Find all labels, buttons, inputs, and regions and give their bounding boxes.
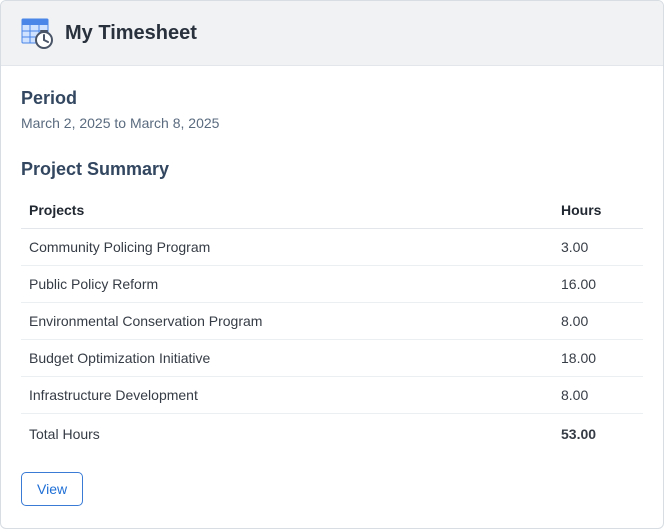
total-row: Total Hours 53.00 <box>21 414 643 453</box>
action-row: View <box>21 472 643 506</box>
card-body: Period March 2, 2025 to March 8, 2025 Pr… <box>1 66 663 528</box>
table-row: Budget Optimization Initiative 18.00 <box>21 340 643 377</box>
column-header-projects: Projects <box>21 192 553 229</box>
total-label: Total Hours <box>21 414 553 453</box>
project-summary-table: Projects Hours Community Policing Progra… <box>21 192 643 452</box>
table-header-row: Projects Hours <box>21 192 643 229</box>
table-row: Public Policy Reform 16.00 <box>21 266 643 303</box>
table-row: Infrastructure Development 8.00 <box>21 377 643 414</box>
card-header: My Timesheet <box>1 1 663 66</box>
timesheet-card: My Timesheet Period March 2, 2025 to Mar… <box>0 0 664 529</box>
project-name: Community Policing Program <box>21 229 553 266</box>
total-hours: 53.00 <box>553 414 643 453</box>
project-hours: 8.00 <box>553 303 643 340</box>
project-name: Environmental Conservation Program <box>21 303 553 340</box>
project-hours: 8.00 <box>553 377 643 414</box>
period-value: March 2, 2025 to March 8, 2025 <box>21 115 643 131</box>
summary-heading: Project Summary <box>21 159 643 180</box>
table-row: Environmental Conservation Program 8.00 <box>21 303 643 340</box>
timesheet-icon <box>21 17 53 49</box>
table-row: Community Policing Program 3.00 <box>21 229 643 266</box>
project-name: Public Policy Reform <box>21 266 553 303</box>
project-hours: 3.00 <box>553 229 643 266</box>
project-hours: 18.00 <box>553 340 643 377</box>
project-name: Budget Optimization Initiative <box>21 340 553 377</box>
column-header-hours: Hours <box>553 192 643 229</box>
card-title: My Timesheet <box>65 22 197 45</box>
project-hours: 16.00 <box>553 266 643 303</box>
project-name: Infrastructure Development <box>21 377 553 414</box>
period-heading: Period <box>21 88 643 109</box>
view-button[interactable]: View <box>21 472 83 506</box>
